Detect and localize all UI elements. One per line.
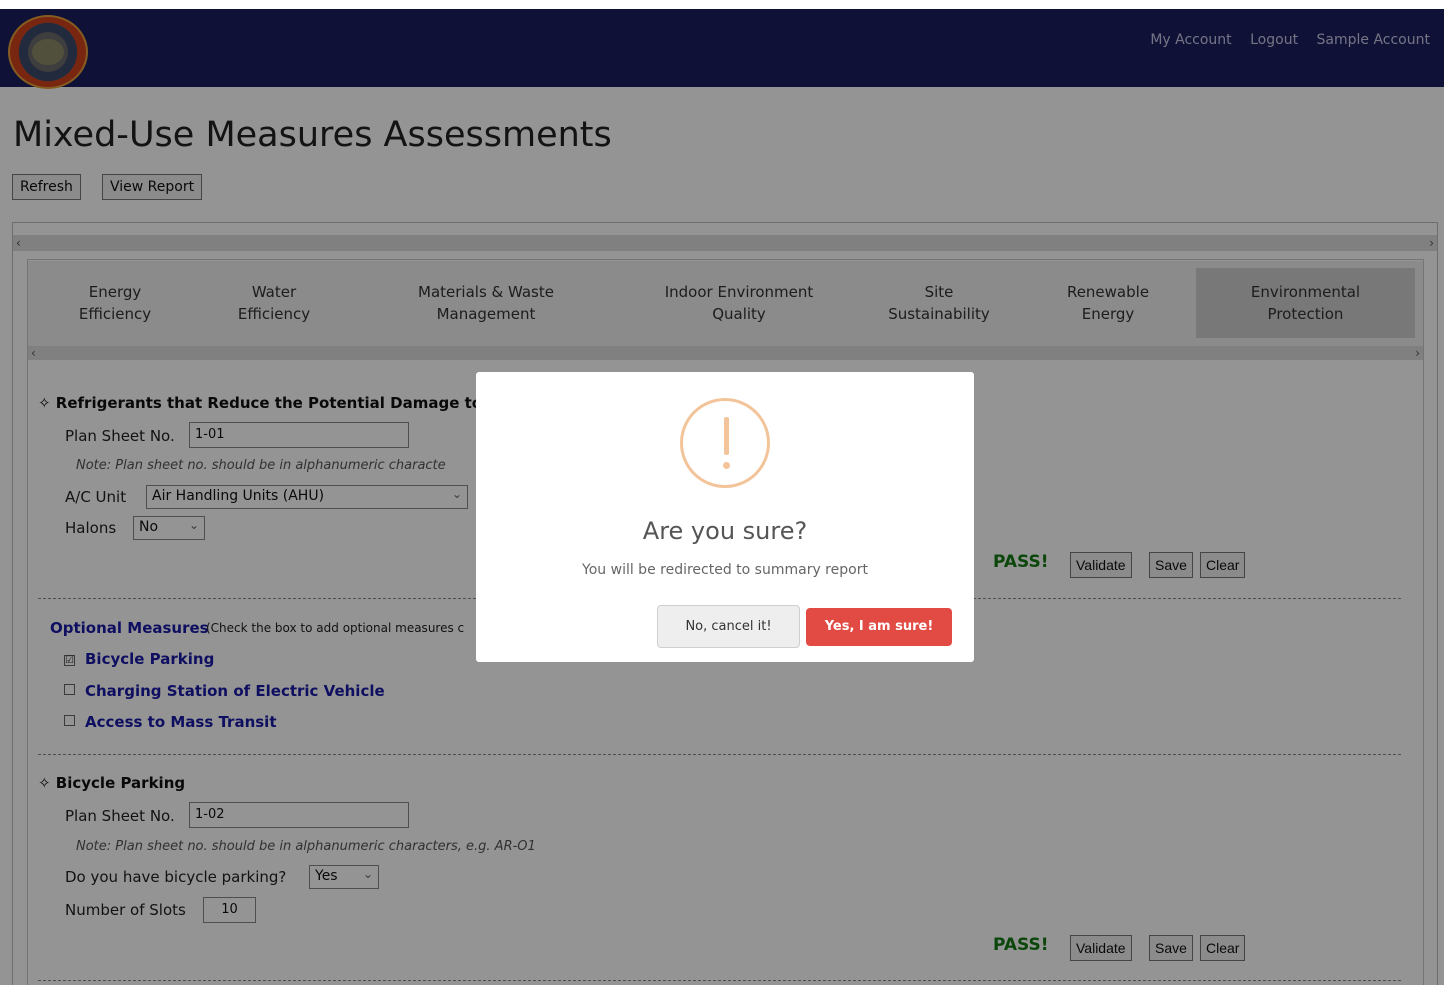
warning-icon xyxy=(680,398,770,488)
warning-bar xyxy=(724,417,729,455)
page: My Account Logout Sample Account Mixed-U… xyxy=(0,0,1444,985)
cancel-button[interactable]: No, cancel it! xyxy=(657,605,800,648)
confirm-dialog: Are you sure? You will be redirected to … xyxy=(476,372,974,662)
warning-dot xyxy=(723,462,730,469)
dialog-message: You will be redirected to summary report xyxy=(582,562,868,578)
dialog-title: Are you sure? xyxy=(642,517,808,545)
confirm-button[interactable]: Yes, I am sure! xyxy=(806,608,952,646)
